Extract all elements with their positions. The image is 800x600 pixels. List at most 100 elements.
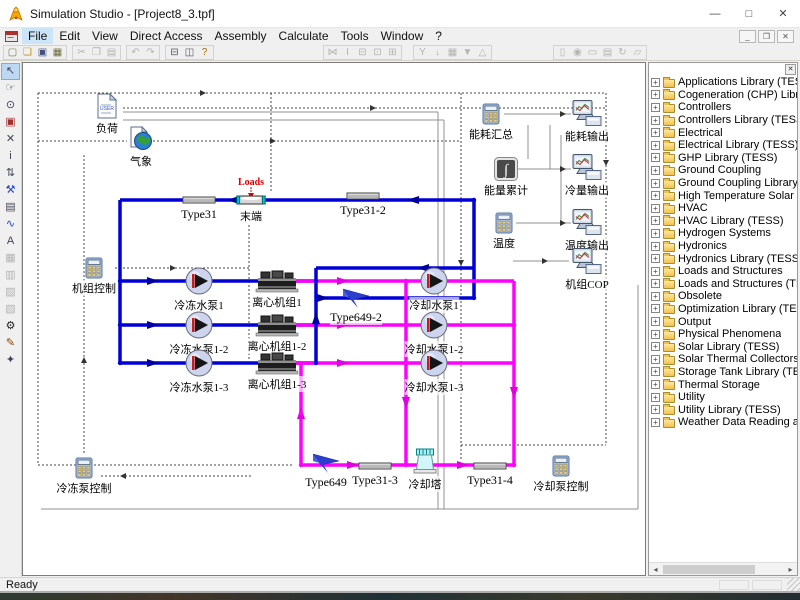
expand-icon[interactable]: + <box>651 242 660 251</box>
maximize-button[interactable]: □ <box>732 0 766 28</box>
scroll-left-icon[interactable]: ◂ <box>649 563 662 576</box>
menu-edit[interactable]: Edit <box>53 28 86 44</box>
energy-output-icon[interactable] <box>571 100 603 127</box>
palette-item-hydronics[interactable]: +Hydronics <box>651 240 797 253</box>
palette-item-ground-coupling[interactable]: +Ground Coupling <box>651 164 797 177</box>
document-icon[interactable] <box>5 31 18 42</box>
palette-item-utility-library-tess[interactable]: +Utility Library (TESS) <box>651 403 797 416</box>
palette-item-optimization-library-tess[interactable]: +Optimization Library (TESS) <box>651 303 797 316</box>
palette-item-cogeneration-chp-library-tess[interactable]: +Cogeneration (CHP) Library (TESS) <box>651 89 797 102</box>
menu-view[interactable]: View <box>86 28 124 44</box>
temperature-output-icon[interactable] <box>571 209 603 236</box>
cooling-pump-1-3-icon[interactable] <box>419 348 449 378</box>
palette-item-controllers[interactable]: +Controllers <box>651 101 797 114</box>
chiller-1-icon[interactable] <box>255 269 299 293</box>
expand-icon[interactable]: + <box>651 179 660 188</box>
palette-item-utility[interactable]: +Utility <box>651 391 797 404</box>
type31-3-icon[interactable] <box>358 461 392 471</box>
new-icon[interactable]: ▢ <box>5 46 20 59</box>
scrollbar-thumb[interactable] <box>663 565 755 574</box>
palette-item-physical-phenomena[interactable]: +Physical Phenomena <box>651 328 797 341</box>
print-icon[interactable]: ⊟ <box>167 46 182 59</box>
menu-item[interactable]: ? <box>429 28 448 44</box>
text-tool[interactable]: A <box>2 234 19 249</box>
expand-icon[interactable]: + <box>651 103 660 112</box>
expand-icon[interactable]: + <box>651 153 660 162</box>
expand-icon[interactable]: + <box>651 355 660 364</box>
palette-item-solar-thermal-collectors[interactable]: +Solar Thermal Collectors <box>651 353 797 366</box>
zoom-extents-tool[interactable]: ▣ <box>2 115 19 130</box>
palette-item-electrical[interactable]: +Electrical <box>651 126 797 139</box>
expand-icon[interactable]: + <box>651 393 660 402</box>
palette-item-ground-coupling-library-tess[interactable]: +Ground Coupling Library (TESS) <box>651 177 797 190</box>
load-file-icon[interactable]: USER <box>96 93 118 119</box>
expand-icon[interactable]: + <box>651 342 660 351</box>
cooling-cap-output-icon[interactable] <box>571 154 603 181</box>
temperature-calc-icon[interactable] <box>496 213 513 234</box>
palette-item-loads-and-structures[interactable]: +Loads and Structures <box>651 265 797 278</box>
print-preview-icon[interactable]: ◫ <box>182 46 197 59</box>
menu-assembly[interactable]: Assembly <box>209 28 273 44</box>
palette-item-ghp-library-tess[interactable]: +GHP Library (TESS) <box>651 152 797 165</box>
child-close-button[interactable]: ✕ <box>777 30 794 43</box>
palette-item-electrical-library-tess[interactable]: +Electrical Library (TESS) <box>651 139 797 152</box>
menu-direct-access[interactable]: Direct Access <box>124 28 209 44</box>
palette-item-thermal-storage[interactable]: +Thermal Storage <box>651 378 797 391</box>
expand-icon[interactable]: + <box>651 191 660 200</box>
child-minimize-button[interactable]: _ <box>739 30 756 43</box>
pen-tool[interactable]: ✎ <box>2 336 19 351</box>
settings-tool[interactable]: ⚙ <box>2 319 19 334</box>
palette-item-obsolete[interactable]: +Obsolete <box>651 290 797 303</box>
select-tool[interactable]: ↖ <box>2 64 19 79</box>
close-button[interactable]: ✕ <box>766 0 800 28</box>
chilled-pump-1-3-icon[interactable] <box>184 348 214 378</box>
palette-item-solar-library-tess[interactable]: +Solar Library (TESS) <box>651 340 797 353</box>
expand-icon[interactable]: + <box>651 380 660 389</box>
unit-control-icon[interactable] <box>86 258 103 279</box>
scroll-right-icon[interactable]: ▸ <box>784 563 797 576</box>
palette-item-weather-data-reading-and-process[interactable]: +Weather Data Reading and Process <box>651 416 797 429</box>
palette-item-applications-library-tess[interactable]: +Applications Library (TESS) <box>651 76 797 89</box>
expand-icon[interactable]: + <box>651 304 660 313</box>
expand-icon[interactable]: + <box>651 279 660 288</box>
wrench-tool[interactable]: ⚒ <box>2 183 19 198</box>
type31-2-icon[interactable] <box>346 191 380 201</box>
palette-item-output[interactable]: +Output <box>651 315 797 328</box>
child-restore-button[interactable]: ❐ <box>758 30 775 43</box>
probe-tool[interactable]: ✦ <box>2 353 19 368</box>
expand-icon[interactable]: + <box>651 116 660 125</box>
unit-cop-icon[interactable] <box>571 248 603 275</box>
palette-item-hvac-library-tess[interactable]: +HVAC Library (TESS) <box>651 215 797 228</box>
expand-icon[interactable]: + <box>651 216 660 225</box>
palette-item-high-temperature-solar-tess[interactable]: +High Temperature Solar (TESS) <box>651 189 797 202</box>
menu-file[interactable]: File <box>22 28 53 44</box>
cooling-pump-1-2-icon[interactable] <box>419 310 449 340</box>
expand-icon[interactable]: + <box>651 405 660 414</box>
type31-4-icon[interactable] <box>473 461 507 471</box>
palette-hscrollbar[interactable]: ◂ ▸ <box>649 562 797 575</box>
chiller-1-3-icon[interactable] <box>255 351 299 375</box>
expand-icon[interactable]: + <box>651 254 660 263</box>
connect-tool[interactable]: ⇅ <box>2 166 19 181</box>
menu-tools[interactable]: Tools <box>335 28 375 44</box>
chiller-1-2-icon[interactable] <box>255 313 299 337</box>
type649-2-icon[interactable] <box>341 286 371 310</box>
expand-icon[interactable]: + <box>651 204 660 213</box>
palette-item-loads-and-structures-tess[interactable]: +Loads and Structures (TESS) <box>651 278 797 291</box>
expand-icon[interactable]: + <box>651 330 660 339</box>
open-icon[interactable]: ❏ <box>20 46 35 59</box>
cooling-tower-icon[interactable] <box>412 448 439 475</box>
zoom-tool[interactable]: ⊙ <box>2 98 19 113</box>
minimize-button[interactable]: — <box>698 0 732 28</box>
expand-icon[interactable]: + <box>651 229 660 238</box>
save-all-icon[interactable]: ▦ <box>50 46 65 59</box>
menu-window[interactable]: Window <box>375 28 430 44</box>
menu-calculate[interactable]: Calculate <box>273 28 335 44</box>
energy-summary-icon[interactable] <box>483 104 500 125</box>
save-icon[interactable]: ▣ <box>35 46 50 59</box>
help-icon[interactable]: ? <box>197 46 212 59</box>
type31-icon[interactable] <box>182 195 216 205</box>
resize-grip[interactable] <box>787 578 800 591</box>
chilled-pump-control-icon[interactable] <box>76 458 93 479</box>
copy-tool[interactable]: ▤ <box>2 200 19 215</box>
